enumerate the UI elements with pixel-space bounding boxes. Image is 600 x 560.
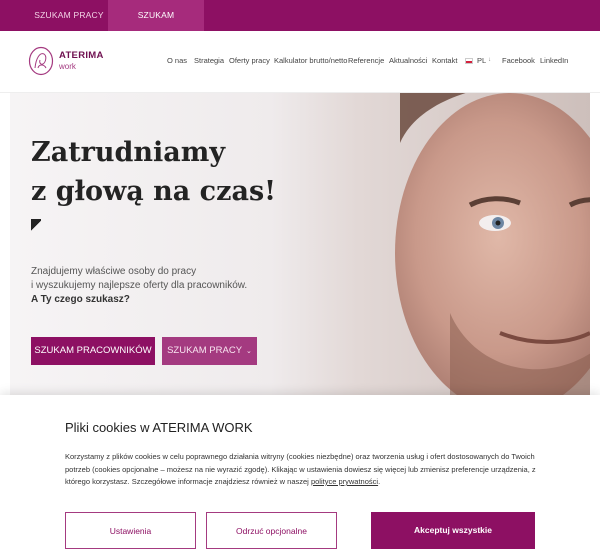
brand-subtitle: work xyxy=(59,62,76,71)
nav-linkedin[interactable]: LinkedIn xyxy=(540,56,568,65)
tab-szukam-pracownika[interactable]: SZUKAM PRACOWNIKA xyxy=(108,0,204,51)
find-employees-button[interactable]: SZUKAM PRACOWNIKÓW xyxy=(31,337,155,365)
hero-portrait-image xyxy=(395,93,590,423)
hero-text-line-3: A Ty czego szukasz? xyxy=(31,294,130,305)
cookie-banner: Pliki cookies w ATERIMA WORK Korzystamy … xyxy=(0,395,600,560)
nav-referencje[interactable]: Referencje xyxy=(348,56,384,65)
flag-pl-icon xyxy=(465,58,473,64)
cookie-description: Korzystamy z plików cookies w celu popra… xyxy=(65,451,540,489)
nav-kontakt[interactable]: Kontakt xyxy=(432,56,457,65)
language-selector[interactable]: PL xyxy=(477,56,486,65)
brand-name[interactable]: ATERIMA xyxy=(59,50,104,61)
nav-kalkulator[interactable]: Kalkulator brutto/netto xyxy=(274,56,347,65)
nav-oferty-pracy[interactable]: Oferty pracy xyxy=(229,56,270,65)
nav-o-nas[interactable]: O nas xyxy=(167,56,187,65)
cookie-text-suffix: . xyxy=(378,477,381,486)
privacy-policy-link[interactable]: polityce prywatności xyxy=(311,477,378,486)
cookie-title: Pliki cookies w ATERIMA WORK xyxy=(65,420,253,435)
find-job-button-label: SZUKAM PRACY xyxy=(167,345,243,356)
main-header: ATERIMA work O nas Strategia Oferty prac… xyxy=(0,31,600,93)
nav-aktualnosci[interactable]: Aktualności xyxy=(389,56,427,65)
chevron-down-icon: ↓ xyxy=(488,57,491,63)
find-job-button[interactable]: SZUKAM PRACY ⌄ xyxy=(162,337,257,365)
tab-szukam-pracy[interactable]: SZUKAM PRACY xyxy=(33,0,105,31)
accept-all-button[interactable]: Akceptuj wszystkie xyxy=(371,512,535,549)
nav-facebook[interactable]: Facebook xyxy=(502,56,535,65)
nav-strategia[interactable]: Strategia xyxy=(194,56,224,65)
cookie-settings-button[interactable]: Ustawienia xyxy=(65,512,196,549)
cookie-text-body: Korzystamy z plików cookies w celu popra… xyxy=(65,452,536,486)
hero-title-line-2: z głową na czas! xyxy=(31,176,276,207)
chevron-down-icon: ⌄ xyxy=(246,348,252,355)
hero-title: Zatrudniamy z głową na czas! xyxy=(31,133,276,211)
hero-text-line-1: Znajdujemy właściwe osoby do pracy xyxy=(31,266,197,277)
hero-description: Znajdujemy właściwe osoby do pracy i wys… xyxy=(31,265,247,307)
hero-text-line-2: i wyszukujemy najlepsze oferty dla praco… xyxy=(31,280,248,291)
aterima-logo-icon[interactable] xyxy=(28,46,54,76)
hero-title-line-1: Zatrudniamy xyxy=(31,137,226,168)
top-bar: SZUKAM PRACY SZUKAM PRACOWNIKA xyxy=(0,0,600,51)
decorative-triangle-icon xyxy=(31,219,41,233)
reject-optional-button[interactable]: Odrzuć opcjonalne xyxy=(206,512,337,549)
